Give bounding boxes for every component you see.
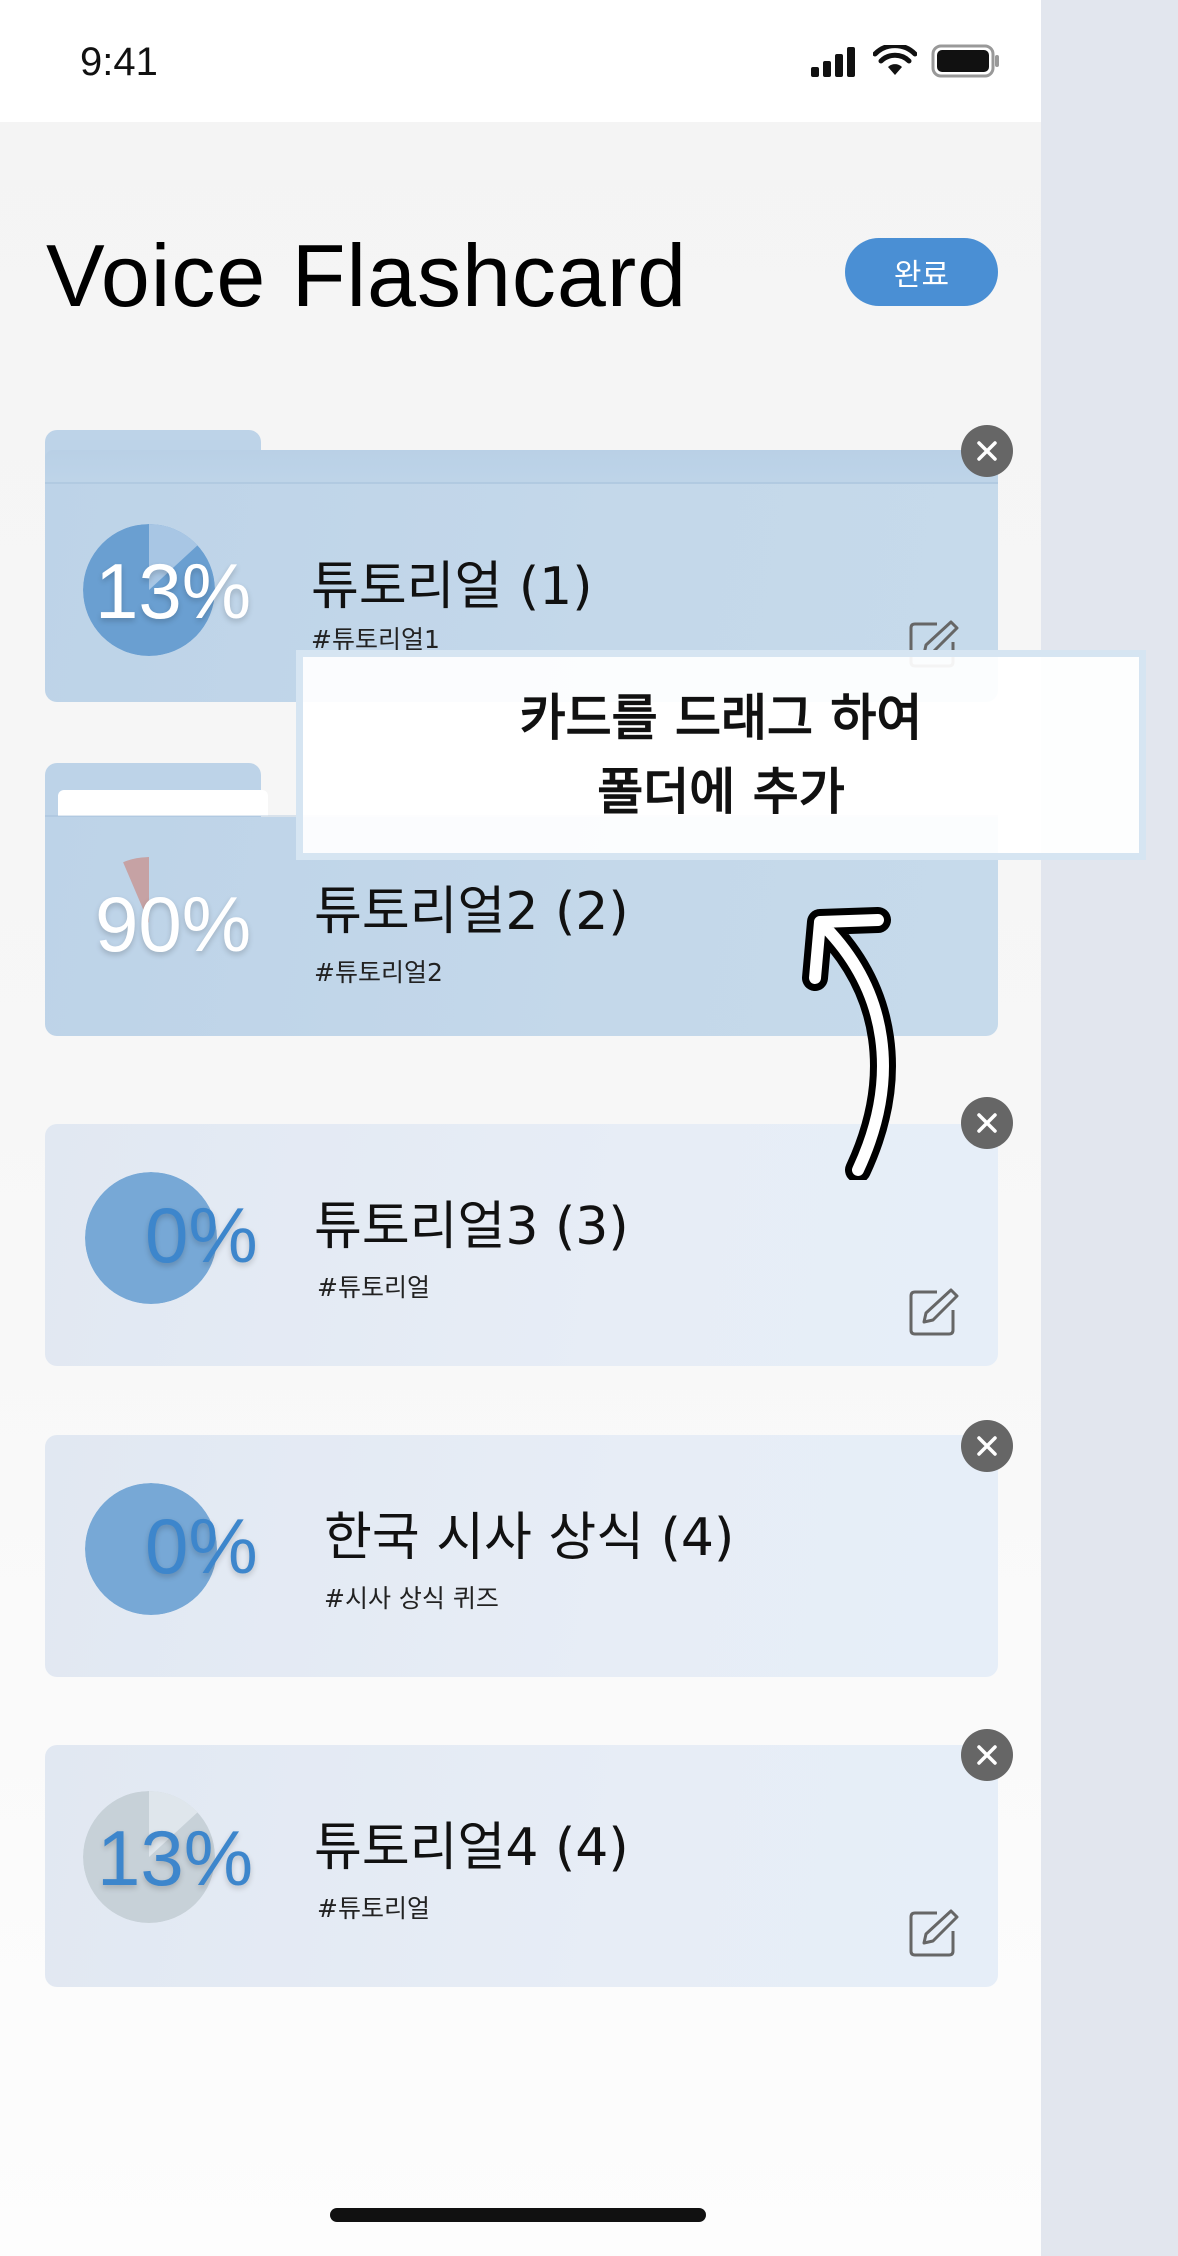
tooltip-line-2: 폴더에 추가	[597, 763, 845, 821]
flashcard-4[interactable]: 0% 한국 시사 상식 (4) #시사 상식 퀴즈	[45, 1435, 998, 1677]
curved-arrow-icon	[802, 907, 896, 1180]
card-tag: #튜토리얼	[317, 1273, 430, 1302]
battery-icon	[931, 44, 999, 78]
close-icon	[977, 1113, 997, 1133]
progress-percent: 0%	[145, 1191, 258, 1279]
card-title: 한국 시사 상식 (4)	[324, 1508, 735, 1568]
card-title: 튜토리얼 (1)	[311, 557, 593, 617]
signal-icon	[811, 47, 855, 77]
close-button[interactable]	[961, 1729, 1013, 1781]
card-title: 튜토리얼2 (2)	[314, 882, 629, 942]
done-button[interactable]: 완료	[845, 238, 998, 306]
status-time: 9:41	[80, 40, 158, 84]
home-indicator	[330, 2208, 706, 2222]
close-button[interactable]	[961, 1097, 1013, 1149]
flashcard-5[interactable]: 13% 튜토리얼4 (4) #튜토리얼	[45, 1745, 998, 1987]
card-tag: #튜토리얼	[317, 1894, 430, 1923]
edit-icon[interactable]	[907, 1907, 959, 1959]
tooltip-line-1: 카드를 드래그 하여	[519, 689, 923, 747]
close-icon	[977, 1745, 997, 1765]
status-icons	[809, 44, 1001, 78]
progress-percent: 13%	[95, 547, 252, 635]
card-title: 튜토리얼4 (4)	[314, 1818, 629, 1878]
close-icon	[977, 441, 997, 461]
edit-icon[interactable]	[907, 1286, 959, 1338]
folder-back	[45, 450, 998, 488]
status-bar: 9:41	[0, 0, 1041, 122]
page-title: Voice Flashcard	[46, 226, 688, 325]
card-tag: #튜토리얼2	[314, 958, 443, 987]
card-tag: #시사 상식 퀴즈	[324, 1584, 499, 1613]
close-button[interactable]	[961, 1420, 1013, 1472]
paper-sheet	[58, 790, 268, 816]
card-title: 튜토리얼3 (3)	[314, 1197, 629, 1257]
close-button[interactable]	[961, 425, 1013, 477]
progress-percent: 90%	[95, 880, 252, 968]
progress-percent: 13%	[97, 1814, 254, 1902]
tutorial-tooltip: 카드를 드래그 하여 폴더에 추가	[296, 650, 1146, 860]
close-icon	[977, 1436, 997, 1456]
progress-percent: 0%	[145, 1502, 258, 1590]
wifi-icon	[873, 45, 917, 75]
